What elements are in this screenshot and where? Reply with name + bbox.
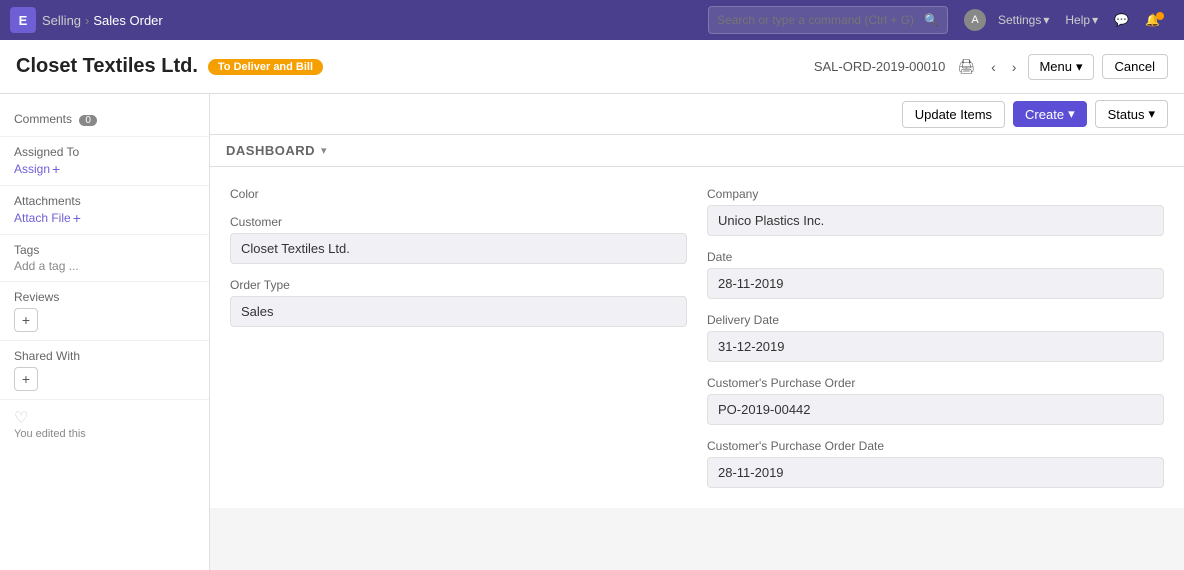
status-button[interactable]: Status ▾: [1095, 100, 1168, 128]
update-items-button[interactable]: Update Items: [902, 101, 1005, 128]
next-button[interactable]: ›: [1008, 55, 1021, 79]
sidebar-attachments: Attachments Attach File +: [0, 186, 209, 235]
create-button[interactable]: Create ▾: [1013, 101, 1087, 127]
search-bar: 🔍: [708, 6, 948, 34]
add-tag-text[interactable]: Add a tag ...: [14, 259, 195, 273]
reviews-label: Reviews: [14, 290, 195, 304]
company-value[interactable]: Unico Plastics Inc.: [707, 205, 1164, 236]
heart-icon: ♡: [14, 408, 195, 428]
sidebar-assigned-to: Assigned To Assign +: [0, 137, 209, 186]
assigned-to-label: Assigned To: [14, 145, 195, 159]
breadcrumb-sales-order[interactable]: Sales Order: [93, 13, 162, 28]
date-field: Date 28-11-2019: [707, 250, 1164, 299]
comments-count: 0: [79, 115, 97, 126]
attach-file-action[interactable]: Attach File +: [14, 210, 195, 226]
status-chevron-icon: ▾: [1148, 106, 1155, 122]
shared-with-label: Shared With: [14, 349, 195, 363]
page-title: Closet Textiles Ltd.: [16, 55, 198, 78]
company-label: Company: [707, 187, 1164, 201]
delivery-date-value[interactable]: 31-12-2019: [707, 331, 1164, 362]
sidebar-shared-with: Shared With +: [0, 341, 209, 400]
purchase-order-date-field: Customer's Purchase Order Date 28-11-201…: [707, 439, 1164, 488]
color-label: Color: [230, 187, 687, 201]
assign-plus-icon: +: [52, 161, 60, 177]
page-header: Closet Textiles Ltd. To Deliver and Bill…: [0, 40, 1184, 94]
you-edited-label: You edited this: [14, 428, 195, 440]
assign-action[interactable]: Assign +: [14, 161, 195, 177]
attachments-label: Attachments: [14, 194, 195, 208]
form-right: Company Unico Plastics Inc. Date 28-11-2…: [707, 187, 1164, 488]
form-grid: Color Customer Closet Textiles Ltd. Orde…: [230, 187, 1164, 488]
reviews-add-button[interactable]: +: [14, 308, 38, 332]
dashboard-header: DASHBOARD ▾: [210, 135, 1184, 167]
order-type-value[interactable]: Sales: [230, 296, 687, 327]
notification-dot: [1156, 12, 1164, 20]
sidebar-tags: Tags Add a tag ...: [0, 235, 209, 282]
dashboard-label: DASHBOARD: [226, 143, 315, 158]
sidebar: Comments 0 Assigned To Assign + Attachme…: [0, 94, 210, 570]
company-field: Company Unico Plastics Inc.: [707, 187, 1164, 236]
header-right: SAL-ORD-2019-00010 🖨 ‹ › Menu ▾ Cancel: [814, 54, 1168, 80]
purchase-order-field: Customer's Purchase Order PO-2019-00442: [707, 376, 1164, 425]
purchase-order-label: Customer's Purchase Order: [707, 376, 1164, 390]
avatar: A: [964, 9, 986, 31]
sidebar-reviews: Reviews +: [0, 282, 209, 341]
navbar-right: A Settings ▾ Help ▾ 💬 🔔: [964, 9, 1174, 31]
print-button[interactable]: 🖨: [953, 54, 979, 79]
cancel-button[interactable]: Cancel: [1102, 54, 1168, 79]
content-toolbar: Update Items Create ▾ Status ▾: [210, 94, 1184, 135]
purchase-order-value[interactable]: PO-2019-00442: [707, 394, 1164, 425]
breadcrumb: Selling › Sales Order: [42, 13, 163, 28]
customer-label: Customer: [230, 215, 687, 229]
sidebar-footer: ♡ You edited this: [0, 400, 209, 448]
attach-plus-icon: +: [73, 210, 81, 226]
order-number: SAL-ORD-2019-00010: [814, 59, 946, 74]
settings-button[interactable]: Settings ▾: [994, 13, 1053, 27]
color-field: Color: [230, 187, 687, 201]
purchase-order-date-value[interactable]: 28-11-2019: [707, 457, 1164, 488]
navbar: E Selling › Sales Order 🔍 A Settings ▾ H…: [0, 0, 1184, 40]
tags-label: Tags: [14, 243, 195, 257]
date-label: Date: [707, 250, 1164, 264]
date-value[interactable]: 28-11-2019: [707, 268, 1164, 299]
content-area: Update Items Create ▾ Status ▾ DASHBOARD…: [210, 94, 1184, 570]
form-left: Color Customer Closet Textiles Ltd. Orde…: [230, 187, 687, 488]
delivery-date-field: Delivery Date 31-12-2019: [707, 313, 1164, 362]
menu-button[interactable]: Menu ▾: [1028, 54, 1093, 80]
app-icon[interactable]: E: [10, 7, 36, 33]
order-type-label: Order Type: [230, 278, 687, 292]
notification-button[interactable]: 🔔: [1141, 13, 1174, 27]
create-chevron-icon: ▾: [1068, 106, 1075, 122]
form-area: Color Customer Closet Textiles Ltd. Orde…: [210, 167, 1184, 508]
delivery-date-label: Delivery Date: [707, 313, 1164, 327]
search-input[interactable]: [717, 13, 918, 27]
sidebar-comments: Comments 0: [0, 104, 209, 137]
search-icon: 🔍: [924, 13, 939, 27]
customer-value[interactable]: Closet Textiles Ltd.: [230, 233, 687, 264]
status-badge: To Deliver and Bill: [208, 59, 323, 75]
main-container: Comments 0 Assigned To Assign + Attachme…: [0, 94, 1184, 570]
breadcrumb-sep1: ›: [85, 13, 89, 28]
help-button[interactable]: Help ▾: [1061, 13, 1102, 27]
shared-with-add-button[interactable]: +: [14, 367, 38, 391]
prev-button[interactable]: ‹: [987, 55, 1000, 79]
breadcrumb-selling[interactable]: Selling: [42, 13, 81, 28]
comments-label: Comments 0: [14, 112, 195, 126]
order-type-field: Order Type Sales: [230, 278, 687, 327]
dashboard-chevron-icon: ▾: [321, 144, 327, 157]
customer-field: Customer Closet Textiles Ltd.: [230, 215, 687, 264]
chat-icon-button[interactable]: 💬: [1110, 13, 1133, 27]
purchase-order-date-label: Customer's Purchase Order Date: [707, 439, 1164, 453]
